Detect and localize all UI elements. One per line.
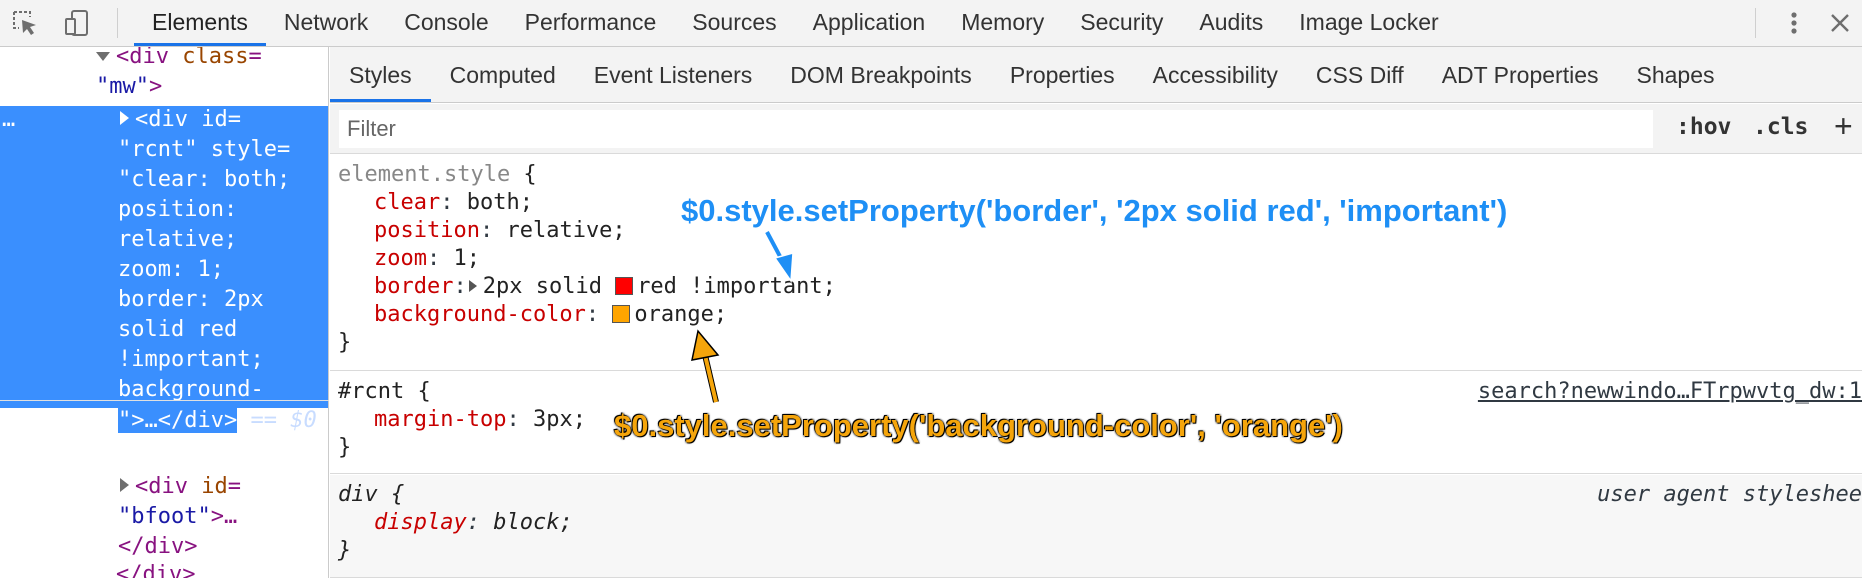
orange-annotation-arrow: [691, 329, 720, 403]
blue-annotation-arrow: [763, 230, 794, 284]
annotation-arrows: [691, 230, 794, 403]
orange-annotation-label: $0.style.setProperty('background-color',…: [614, 408, 1343, 443]
blue-annotation-label: $0.style.setProperty('border', '2px soli…: [681, 193, 1508, 228]
